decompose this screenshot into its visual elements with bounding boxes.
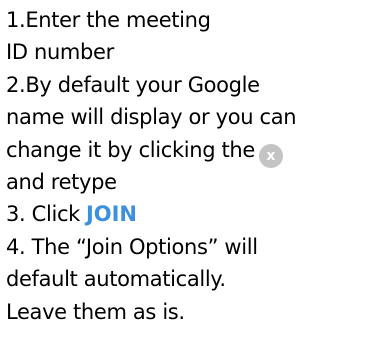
step-3-line: 3. Click JOIN (6, 198, 368, 230)
step-2-line-1: 2.By default your Google (6, 72, 260, 97)
instruction-list: 1.Enter the meeting ID number 2.By defau… (6, 4, 368, 328)
step-3-text: 3. Click (6, 202, 80, 227)
step-2-line-3: change it by clicking the x (6, 134, 368, 168)
step-2-line-3-text: change it by clicking the (6, 137, 255, 162)
step-4-line-3: Leave them as is. (6, 299, 185, 324)
step-1-line-1: 1.Enter the meeting (6, 8, 211, 32)
step-2-line-2: name will display or you can (6, 105, 297, 130)
step-2-line-4: and retype (6, 169, 117, 194)
join-label: JOIN (85, 202, 138, 227)
clear-x-icon: x (258, 143, 283, 168)
step-4-line-1: 4. The “Join Options” will (6, 234, 258, 259)
step-1-line-2: ID number (6, 40, 114, 65)
step-4-line-2: default automatically. (6, 267, 226, 292)
